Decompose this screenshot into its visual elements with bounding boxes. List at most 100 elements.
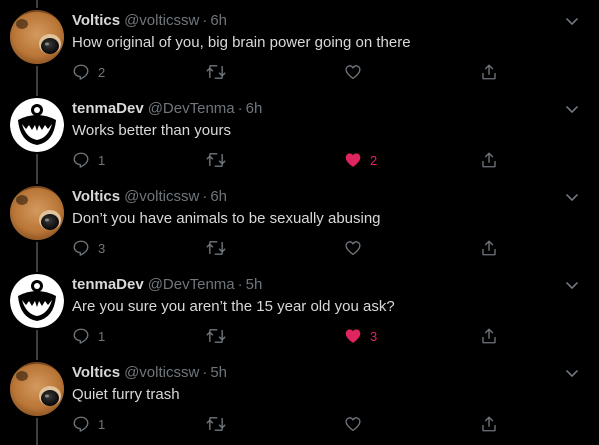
dog-avatar-icon — [10, 186, 64, 240]
timestamp[interactable]: 6h — [210, 188, 227, 205]
tweet[interactable]: Voltics @volticssw · 6h Don’t you have anim… — [0, 176, 599, 264]
retweet-icon — [206, 65, 226, 79]
reply-icon — [73, 64, 89, 80]
tweet-header: tenmaDev @DevTenma · 6h — [72, 100, 262, 118]
reply-button[interactable]: 1 — [72, 326, 105, 346]
tweet-header: Voltics @volticssw · 6h — [72, 188, 227, 206]
retweet-button[interactable] — [206, 414, 234, 434]
reply-icon — [73, 328, 89, 344]
retweet-icon — [206, 329, 226, 343]
share-button[interactable] — [480, 326, 498, 346]
retweet-button[interactable] — [206, 62, 234, 82]
tweet-actions: 1 2 — [72, 150, 512, 170]
display-name[interactable]: tenmaDev — [72, 276, 144, 293]
like-button[interactable]: 3 — [344, 326, 377, 346]
separator-dot: · — [237, 276, 243, 293]
tweet-actions: 3 — [72, 238, 512, 258]
tweet[interactable]: tenmaDev @DevTenma · 6h Works better than y… — [0, 88, 599, 176]
like-button[interactable] — [344, 238, 370, 258]
share-icon — [482, 328, 496, 344]
dog-avatar-icon — [10, 362, 64, 416]
retweet-button[interactable] — [206, 238, 234, 258]
separator-dot: · — [202, 12, 208, 29]
reply-button[interactable]: 3 — [72, 238, 105, 258]
timestamp[interactable]: 6h — [246, 100, 263, 117]
chevron-down-icon[interactable] — [563, 276, 581, 294]
reply-button[interactable]: 1 — [72, 150, 105, 170]
user-handle[interactable]: @volticssw — [124, 188, 199, 205]
tweet-actions: 1 3 — [72, 326, 512, 346]
share-icon — [482, 152, 496, 168]
like-button[interactable] — [344, 62, 370, 82]
tweet-text: How original of you, big brain power goi… — [72, 34, 411, 51]
avatar[interactable] — [10, 274, 64, 328]
user-handle[interactable]: @volticssw — [124, 364, 199, 381]
chevron-down-icon[interactable] — [563, 100, 581, 118]
user-handle[interactable]: @DevTenma — [148, 100, 235, 117]
avatar[interactable] — [10, 98, 64, 152]
timestamp[interactable]: 5h — [246, 276, 263, 293]
tweet-header: Voltics @volticssw · 6h — [72, 12, 227, 30]
reply-icon — [73, 416, 89, 432]
share-button[interactable] — [480, 62, 498, 82]
chevron-down-icon[interactable] — [563, 12, 581, 30]
avatar[interactable] — [10, 186, 64, 240]
user-handle[interactable]: @DevTenma — [148, 276, 235, 293]
retweet-button[interactable] — [206, 326, 234, 346]
share-button[interactable] — [480, 414, 498, 434]
separator-dot: · — [202, 188, 208, 205]
retweet-icon — [206, 241, 226, 255]
display-name[interactable]: tenmaDev — [72, 100, 144, 117]
timestamp[interactable]: 6h — [210, 12, 227, 29]
user-handle[interactable]: @volticssw — [124, 12, 199, 29]
avatar[interactable] — [10, 362, 64, 416]
share-button[interactable] — [480, 238, 498, 258]
heart-icon — [345, 65, 361, 80]
retweet-button[interactable] — [206, 150, 234, 170]
share-icon — [482, 416, 496, 432]
reply-icon — [73, 152, 89, 168]
reply-count: 2 — [98, 64, 106, 80]
dog-avatar-icon — [10, 10, 64, 64]
heart-icon — [345, 417, 361, 432]
chevron-down-icon[interactable] — [563, 364, 581, 382]
retweet-icon — [206, 153, 226, 167]
heart-filled-icon — [345, 329, 361, 343]
reply-button[interactable]: 1 — [72, 414, 105, 434]
display-name[interactable]: Voltics — [72, 188, 120, 205]
tweet-header: tenmaDev @DevTenma · 5h — [72, 276, 262, 294]
tweet-header: Voltics @volticssw · 5h — [72, 364, 227, 382]
share-icon — [482, 64, 496, 80]
tweet-actions: 2 — [72, 62, 512, 82]
chevron-down-icon[interactable] — [563, 188, 581, 206]
tweet[interactable]: Voltics @volticssw · 6h How original of you… — [0, 0, 599, 88]
like-button[interactable] — [344, 414, 370, 434]
share-button[interactable] — [480, 150, 498, 170]
reply-count: 1 — [98, 328, 106, 344]
like-button[interactable]: 2 — [344, 150, 377, 170]
heart-filled-icon — [345, 153, 361, 167]
reply-icon — [73, 240, 89, 256]
share-icon — [482, 240, 496, 256]
tweet-text: Are you sure you aren’t the 15 year old … — [72, 298, 395, 315]
display-name[interactable]: Voltics — [72, 364, 120, 381]
reply-button[interactable]: 2 — [72, 62, 105, 82]
like-count: 3 — [370, 328, 378, 344]
avatar[interactable] — [10, 10, 64, 64]
tweet[interactable]: tenmaDev @DevTenma · 5h Are you sure you ar… — [0, 264, 599, 352]
grin-mask-avatar-icon — [10, 274, 64, 328]
display-name[interactable]: Voltics — [72, 12, 120, 29]
reply-count: 1 — [98, 416, 106, 432]
tweet-text: Works better than yours — [72, 122, 231, 139]
like-count: 2 — [370, 152, 378, 168]
reply-count: 3 — [98, 240, 106, 256]
tweet[interactable]: Voltics @volticssw · 5h Quiet furry trash 1 — [0, 352, 599, 440]
grin-mask-avatar-icon — [10, 98, 64, 152]
tweet-text: Quiet furry trash — [72, 386, 180, 403]
separator-dot: · — [237, 100, 243, 117]
retweet-icon — [206, 417, 226, 431]
heart-icon — [345, 241, 361, 256]
timestamp[interactable]: 5h — [210, 364, 227, 381]
tweet-text: Don’t you have animals to be sexually ab… — [72, 210, 381, 227]
separator-dot: · — [202, 364, 208, 381]
